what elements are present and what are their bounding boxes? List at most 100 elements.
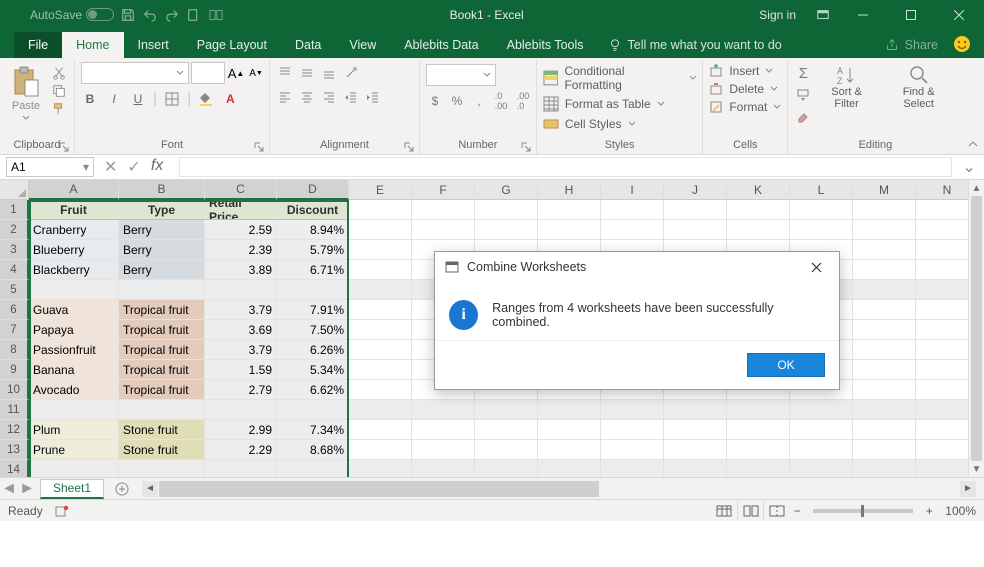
cell[interactable]: Avocado — [29, 380, 119, 400]
cell[interactable] — [727, 220, 790, 240]
row-header[interactable]: 4 — [0, 260, 29, 280]
zoom-level[interactable]: 100% — [945, 504, 976, 518]
row-header[interactable]: 7 — [0, 320, 29, 340]
cell[interactable] — [790, 440, 853, 460]
cell[interactable]: Stone fruit — [119, 420, 205, 440]
cell[interactable] — [790, 420, 853, 440]
increase-font-icon[interactable]: A▲ — [227, 64, 245, 82]
tab-ablebits-tools[interactable]: Ablebits Tools — [493, 32, 598, 58]
cell[interactable] — [853, 240, 916, 260]
cell[interactable]: Banana — [29, 360, 119, 380]
bold-button[interactable]: B — [81, 90, 99, 108]
cell[interactable] — [727, 420, 790, 440]
row-header[interactable]: 13 — [0, 440, 29, 460]
cell[interactable]: 7.50% — [277, 320, 349, 340]
paste-label[interactable]: Paste — [12, 100, 40, 112]
decrease-decimal-icon[interactable]: .00.0 — [514, 92, 532, 110]
cell[interactable] — [349, 320, 412, 340]
cell[interactable] — [349, 260, 412, 280]
cell[interactable] — [601, 440, 664, 460]
redo-icon[interactable] — [164, 7, 180, 23]
column-header[interactable]: K — [727, 180, 790, 200]
cell[interactable] — [664, 460, 727, 477]
dialog-ok-button[interactable]: OK — [747, 353, 825, 377]
align-left-icon[interactable] — [276, 88, 294, 106]
cell[interactable] — [475, 460, 538, 477]
column-header[interactable]: A — [29, 180, 119, 200]
align-middle-icon[interactable] — [298, 64, 316, 82]
cell[interactable] — [853, 380, 916, 400]
find-select-button[interactable]: Find & Select — [881, 62, 957, 110]
cell[interactable] — [29, 400, 119, 420]
cell[interactable] — [349, 280, 412, 300]
row-header[interactable]: 12 — [0, 420, 29, 440]
sort-filter-button[interactable]: AZ Sort & Filter — [812, 62, 880, 110]
row-header[interactable]: 5 — [0, 280, 29, 300]
column-header[interactable]: J — [664, 180, 727, 200]
cell[interactable] — [412, 440, 475, 460]
hscroll-thumb[interactable] — [159, 481, 599, 497]
row-header[interactable]: 2 — [0, 220, 29, 240]
cell[interactable]: Passionfruit — [29, 340, 119, 360]
cell[interactable] — [790, 400, 853, 420]
cell[interactable]: Berry — [119, 220, 205, 240]
cell[interactable]: 6.62% — [277, 380, 349, 400]
macro-record-icon[interactable] — [55, 504, 69, 518]
scroll-up-icon[interactable]: ▲ — [969, 180, 984, 196]
column-header[interactable]: C — [205, 180, 277, 200]
cell[interactable]: Prune — [29, 440, 119, 460]
align-top-icon[interactable] — [276, 64, 294, 82]
cell[interactable]: Type — [119, 200, 205, 220]
tab-insert[interactable]: Insert — [124, 32, 183, 58]
cell[interactable]: Berry — [119, 240, 205, 260]
cell[interactable] — [349, 440, 412, 460]
cell[interactable] — [853, 320, 916, 340]
cell[interactable]: Discount — [277, 200, 349, 220]
row-header[interactable]: 9 — [0, 360, 29, 380]
insert-cells-button[interactable]: Insert — [709, 64, 781, 78]
copy-icon[interactable] — [52, 84, 66, 98]
expand-formula-bar-icon[interactable]: ⌄ — [960, 157, 978, 177]
cell[interactable] — [727, 440, 790, 460]
cell[interactable] — [412, 420, 475, 440]
scroll-thumb[interactable] — [971, 196, 982, 461]
dialog-close-button[interactable] — [803, 254, 829, 280]
cell[interactable] — [790, 220, 853, 240]
cell[interactable]: 3.89 — [205, 260, 277, 280]
new-sheet-button[interactable] — [110, 479, 134, 499]
cell[interactable] — [475, 400, 538, 420]
cell[interactable]: 3.69 — [205, 320, 277, 340]
sheet-tab-active[interactable]: Sheet1 — [40, 479, 104, 499]
cell[interactable]: 8.68% — [277, 440, 349, 460]
cell[interactable] — [664, 200, 727, 220]
cell[interactable]: 2.59 — [205, 220, 277, 240]
minimize-button[interactable] — [840, 0, 886, 29]
underline-button[interactable]: U — [129, 90, 147, 108]
cell[interactable]: 1.59 — [205, 360, 277, 380]
row-header[interactable]: 6 — [0, 300, 29, 320]
cell[interactable]: 8.94% — [277, 220, 349, 240]
qat-new-icon[interactable] — [186, 7, 202, 23]
dialog-launcher-icon[interactable] — [58, 141, 70, 153]
cell[interactable] — [601, 220, 664, 240]
column-header[interactable]: I — [601, 180, 664, 200]
delete-cells-button[interactable]: Delete — [709, 82, 781, 96]
orientation-icon[interactable] — [342, 64, 360, 82]
cell[interactable]: 5.79% — [277, 240, 349, 260]
cell[interactable] — [601, 460, 664, 477]
column-header[interactable]: E — [349, 180, 412, 200]
cell[interactable] — [475, 220, 538, 240]
decrease-indent-icon[interactable] — [342, 88, 360, 106]
cell[interactable]: 5.34% — [277, 360, 349, 380]
save-icon[interactable] — [120, 7, 136, 23]
cell[interactable] — [412, 400, 475, 420]
sign-in-link[interactable]: Sign in — [749, 8, 806, 22]
align-center-icon[interactable] — [298, 88, 316, 106]
cell[interactable] — [349, 400, 412, 420]
tab-data[interactable]: Data — [281, 32, 335, 58]
cell[interactable]: 6.71% — [277, 260, 349, 280]
cell[interactable] — [853, 440, 916, 460]
cell[interactable] — [538, 220, 601, 240]
cell[interactable] — [119, 460, 205, 477]
cell[interactable] — [475, 420, 538, 440]
